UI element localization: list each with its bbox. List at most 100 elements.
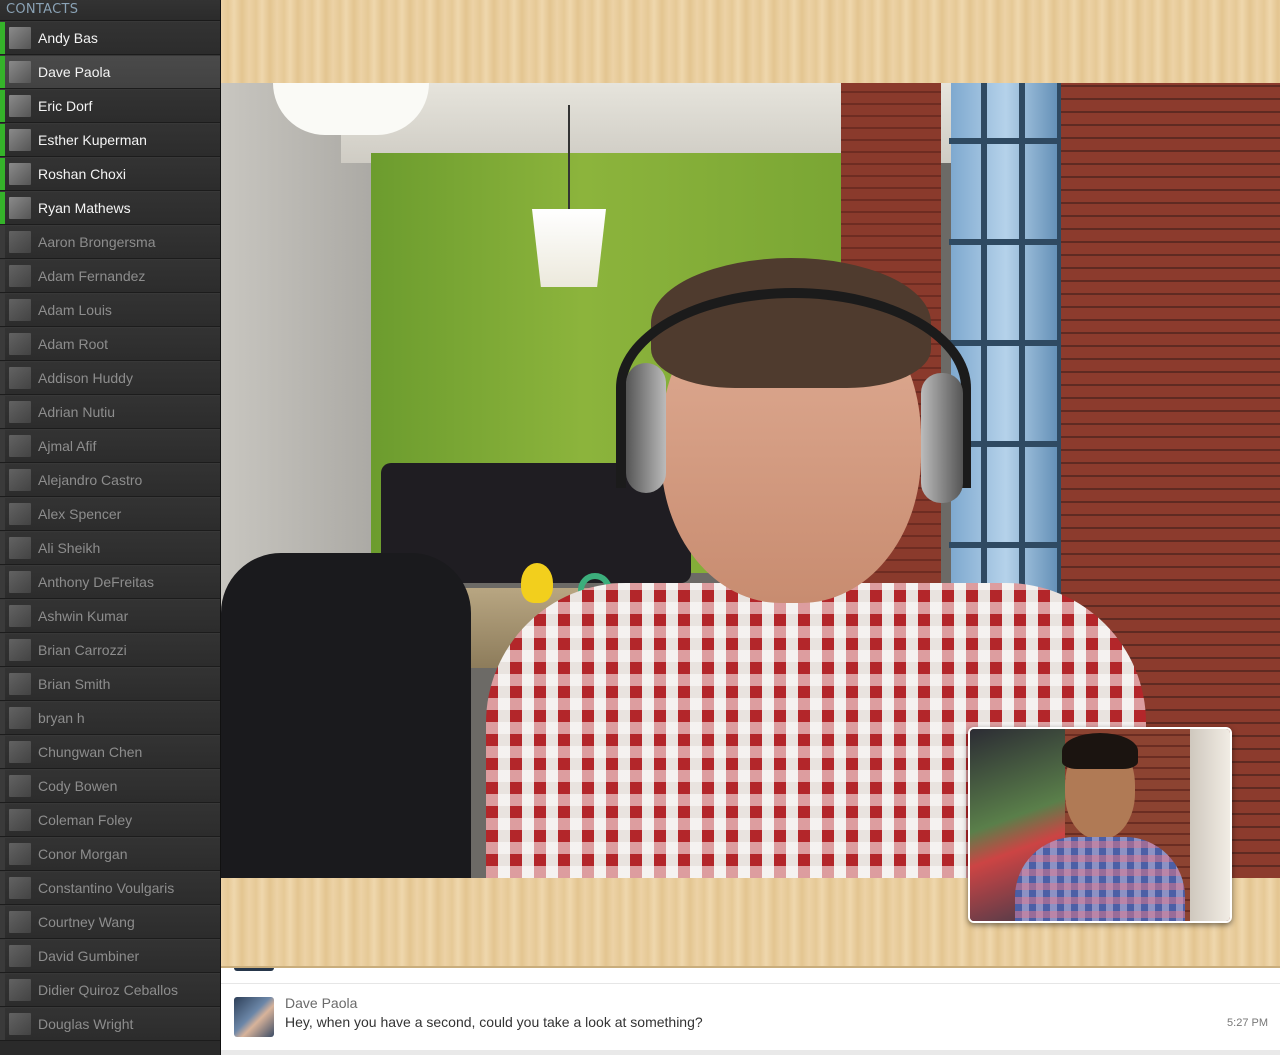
contact-name: Anthony DeFreitas [38,574,154,590]
contact-avatar [9,503,31,525]
contact-list: Andy Bas Dave Paola Eric Dorf Esther Kuperm… [0,21,220,1041]
contact-avatar [9,605,31,627]
offline-status-indicator [0,838,5,870]
message-sender: Dave Paola [285,995,358,1011]
contact-item[interactable]: Courtney Wang [0,905,220,939]
contact-item[interactable]: Anthony DeFreitas [0,565,220,599]
contact-name: Aaron Brongersma [38,234,156,250]
contact-name: David Gumbiner [38,948,140,964]
offline-status-indicator [0,464,5,496]
contact-name: Dave Paola [38,64,111,80]
contact-item[interactable]: Ashwin Kumar [0,599,220,633]
self-view-video[interactable] [968,727,1232,923]
call-area: Dave Paola Hey, when you have a second, … [221,0,1280,1055]
offline-status-indicator [0,906,5,938]
contact-name: Adam Fernandez [38,268,146,284]
contact-avatar [9,299,31,321]
contact-name: Chungwan Chen [38,744,143,760]
offline-status-indicator [0,702,5,734]
contact-avatar [9,809,31,831]
offline-status-indicator [0,294,5,326]
self-view-shirt [1015,837,1185,921]
contact-item[interactable]: Adam Root [0,327,220,361]
offline-status-indicator [0,362,5,394]
contact-name: Brian Smith [38,676,111,692]
self-view-hair [1062,733,1138,769]
contact-name: Addison Huddy [38,370,133,386]
chat-input-edge[interactable] [221,1050,1280,1055]
contact-name: Alejandro Castro [38,472,143,488]
contact-item[interactable]: Dave Paola [0,55,220,89]
contact-name: Eric Dorf [38,98,93,114]
contact-item[interactable]: Aaron Brongersma [0,225,220,259]
contact-item[interactable]: Conor Morgan [0,837,220,871]
contact-item[interactable]: Coleman Foley [0,803,220,837]
contact-item[interactable]: Andy Bas [0,21,220,55]
contact-item[interactable]: David Gumbiner [0,939,220,973]
contact-avatar [9,979,31,1001]
contact-avatar [9,673,31,695]
contact-item[interactable]: Constantino Voulgaris [0,871,220,905]
contact-avatar [9,129,31,151]
contact-avatar [9,265,31,287]
contact-item[interactable]: Cody Bowen [0,769,220,803]
contact-avatar [9,639,31,661]
offline-status-indicator [0,668,5,700]
contact-avatar [9,401,31,423]
chat-message: Dave Paola Hey, when you have a second, … [221,984,1280,1049]
contact-name: Adrian Nutiu [38,404,116,420]
chat-panel: Dave Paola Hey, when you have a second, … [221,968,1280,1055]
contact-item[interactable]: Ajmal Afif [0,429,220,463]
contact-name: Brian Carrozzi [38,642,127,658]
video-headphone-left [626,363,666,493]
contact-avatar [9,231,31,253]
contact-avatar [9,1013,31,1035]
contact-avatar [9,775,31,797]
contact-name: Courtney Wang [38,914,135,930]
video-headphone-band [616,288,971,488]
self-view-door [1190,729,1230,921]
contact-item[interactable]: Esther Kuperman [0,123,220,157]
contact-item[interactable]: Douglas Wright [0,1007,220,1041]
contact-item[interactable]: Didier Quiroz Ceballos [0,973,220,1007]
offline-status-indicator [0,226,5,258]
contact-avatar [9,843,31,865]
offline-status-indicator [0,634,5,666]
contact-item[interactable]: Adrian Nutiu [0,395,220,429]
contact-name: Ajmal Afif [38,438,97,454]
offline-status-indicator [0,1008,5,1040]
contact-item[interactable]: Eric Dorf [0,89,220,123]
contact-item[interactable]: Chungwan Chen [0,735,220,769]
offline-status-indicator [0,566,5,598]
message-text: Hey, when you have a second, could you t… [285,1014,703,1030]
contact-item[interactable]: Adam Louis [0,293,220,327]
contact-avatar [9,367,31,389]
contact-avatar [9,61,31,83]
contact-item[interactable]: Roshan Choxi [0,157,220,191]
offline-status-indicator [0,328,5,360]
offline-status-indicator [0,260,5,292]
contact-name: Cody Bowen [38,778,118,794]
contact-name: Didier Quiroz Ceballos [38,982,179,998]
contact-name: Constantino Voulgaris [38,880,175,896]
video-lamp-cord [568,105,570,210]
offline-status-indicator [0,396,5,428]
contact-item[interactable]: Ryan Mathews [0,191,220,225]
contact-name: Roshan Choxi [38,166,126,182]
offline-status-indicator [0,974,5,1006]
online-status-indicator [0,192,5,224]
contact-item[interactable]: Alejandro Castro [0,463,220,497]
contact-item[interactable]: Alex Spencer [0,497,220,531]
wood-background-top [221,0,1280,83]
contact-item[interactable]: Brian Carrozzi [0,633,220,667]
contact-name: Alex Spencer [38,506,122,522]
contact-item[interactable]: Brian Smith [0,667,220,701]
contact-item[interactable]: Adam Fernandez [0,259,220,293]
video-pendant-lamp [532,209,606,287]
online-status-indicator [0,90,5,122]
contact-item[interactable]: Addison Huddy [0,361,220,395]
contact-avatar [9,911,31,933]
contact-item[interactable]: bryan h [0,701,220,735]
offline-status-indicator [0,770,5,802]
contact-item[interactable]: Ali Sheikh [0,531,220,565]
